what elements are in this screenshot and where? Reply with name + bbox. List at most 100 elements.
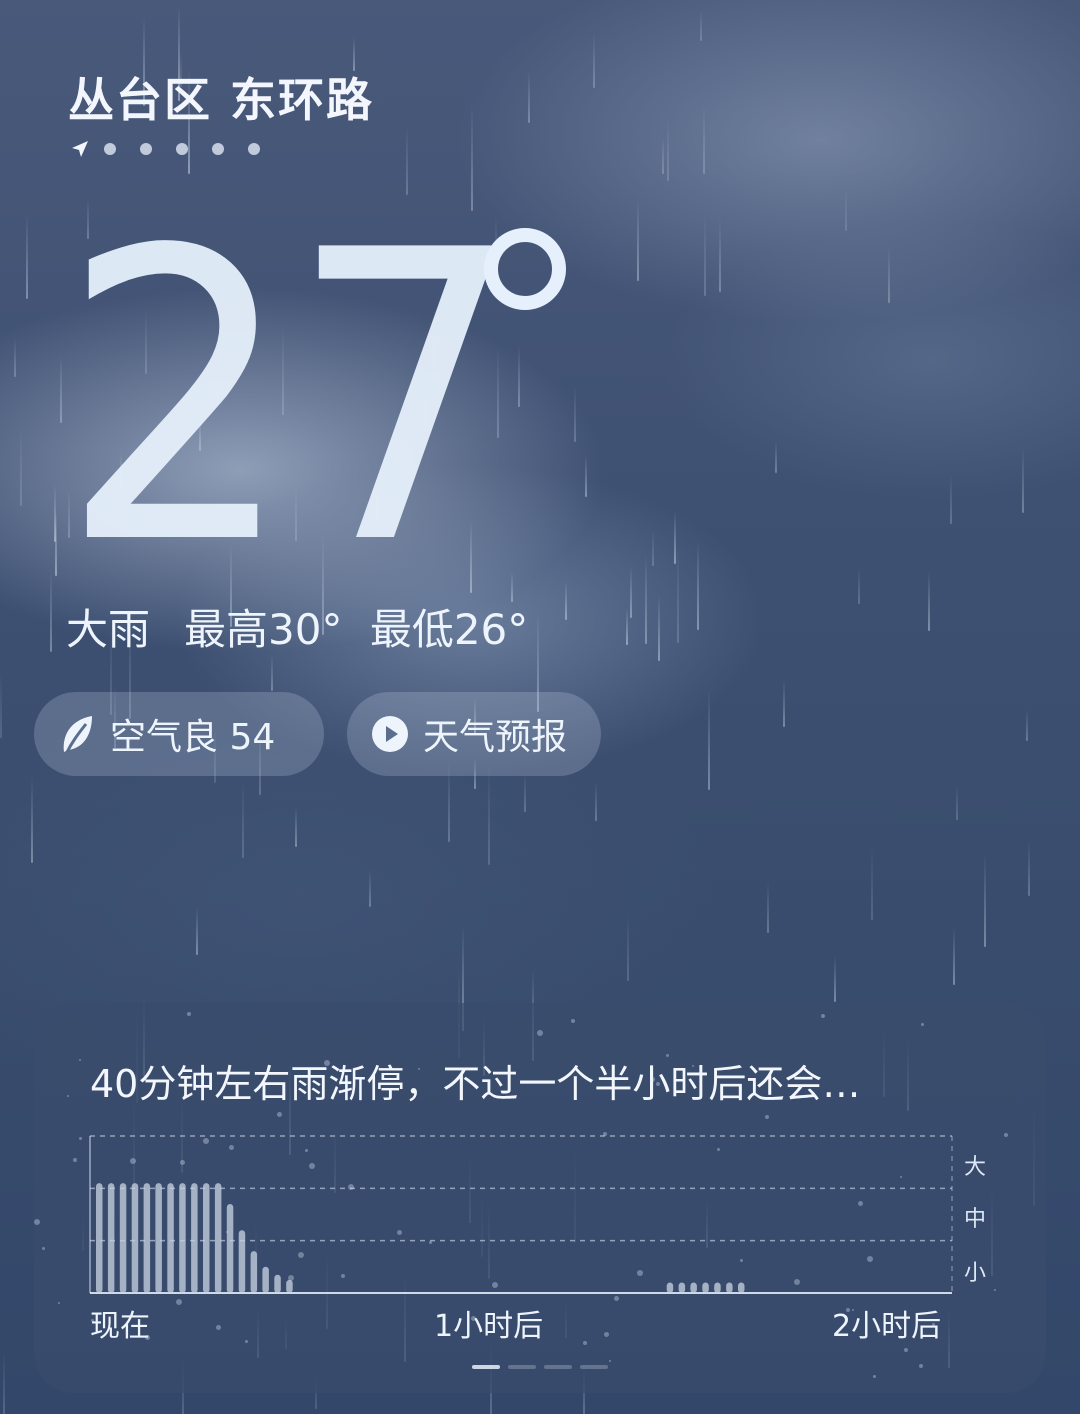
raindrop-splash <box>740 1259 743 1262</box>
intensity-label-light: 小 <box>964 1261 987 1286</box>
rain-streak <box>488 763 490 865</box>
raindrop-splash <box>904 1348 908 1352</box>
card-pager[interactable] <box>472 1365 608 1369</box>
leaf-icon <box>63 716 92 755</box>
raindrop-splash <box>79 1137 82 1140</box>
rain-streak <box>704 212 706 296</box>
raindrop-splash <box>91 1319 94 1322</box>
card-page-indicator[interactable] <box>544 1365 572 1369</box>
rain-streak <box>767 882 769 933</box>
pager-dot[interactable] <box>140 143 152 155</box>
air-quality-button[interactable]: 空气良 54 <box>34 692 324 776</box>
card-page-indicator[interactable] <box>508 1365 536 1369</box>
pager-dot[interactable] <box>104 143 116 155</box>
condition-row: 大雨 最高30° 最低26° <box>66 596 528 657</box>
rain-streak <box>565 581 567 620</box>
precipitation-bar <box>107 1183 115 1293</box>
card-page-indicator[interactable] <box>580 1365 608 1369</box>
rain-streak <box>295 807 297 847</box>
rain-streak <box>677 546 679 643</box>
raindrop-splash <box>305 1149 308 1152</box>
raindrop-splash <box>341 1274 345 1278</box>
raindrop-splash <box>67 1095 69 1097</box>
rain-streak <box>627 912 629 981</box>
raindrop-splash <box>203 1138 209 1144</box>
rain-streak <box>667 119 669 181</box>
temperature-range: 最高30° 最低26° <box>184 596 528 657</box>
rain-streak <box>858 568 860 604</box>
precipitation-bar <box>214 1183 222 1293</box>
raindrop-splash <box>245 1340 248 1343</box>
pager-dot[interactable] <box>176 143 188 155</box>
precipitation-bar <box>262 1266 269 1293</box>
precipitation-bar <box>155 1183 162 1293</box>
rain-streak <box>697 540 699 630</box>
raindrop-splash <box>73 1158 77 1162</box>
rain-streak <box>950 475 952 524</box>
air-quality-label: 空气良 54 <box>110 717 276 758</box>
rain-streak <box>242 780 244 858</box>
temperature-value: 27 <box>60 167 523 632</box>
precipitation-bar <box>96 1183 103 1293</box>
raindrop-splash <box>429 1241 432 1244</box>
raindrop-splash <box>852 1309 854 1311</box>
intensity-label-medium: 中 <box>964 1207 987 1232</box>
rain-streak <box>54 485 56 542</box>
raindrop-splash <box>603 1132 607 1136</box>
raindrop-splash <box>873 1375 876 1378</box>
rain-streak <box>50 568 52 652</box>
rain-streak <box>14 338 16 377</box>
card-page-indicator[interactable] <box>472 1365 500 1369</box>
rain-streak <box>26 213 28 299</box>
raindrop-splash <box>794 1279 800 1285</box>
precipitation-bar <box>191 1183 198 1293</box>
raindrop-splash <box>765 1115 769 1119</box>
location-pager[interactable] <box>70 138 284 160</box>
rain-streak <box>196 907 198 955</box>
degree-symbol <box>484 228 566 310</box>
rain-streak <box>953 927 955 985</box>
rain-streak <box>0 672 2 738</box>
rain-streak <box>585 455 587 497</box>
weather-forecast-button[interactable]: 天气预报 <box>347 692 601 776</box>
rain-streak <box>31 777 33 863</box>
rain-streak <box>662 137 664 174</box>
precipitation-bar <box>738 1282 745 1293</box>
rain-streak <box>652 530 654 566</box>
rain-streak <box>369 870 371 907</box>
rain-streak <box>928 571 930 631</box>
raindrop-splash <box>650 1077 655 1082</box>
pager-dot[interactable] <box>248 143 260 155</box>
precipitation-bar <box>274 1274 281 1293</box>
raindrop-splash <box>821 1014 825 1018</box>
precipitation-bar <box>726 1282 733 1293</box>
current-temperature: 27 <box>60 200 557 600</box>
raindrop-splash <box>288 1275 294 1281</box>
rain-streak <box>700 10 702 41</box>
rain-streak <box>658 595 660 661</box>
precipitation-bar <box>131 1183 139 1293</box>
rain-streak <box>888 246 890 303</box>
rain-streak <box>708 688 710 790</box>
raindrop-splash <box>309 1163 315 1169</box>
raindrop-splash <box>42 1247 45 1250</box>
raindrop-splash <box>919 1364 923 1368</box>
raindrop-splash <box>994 1289 996 1291</box>
raindrop-splash <box>583 1341 587 1345</box>
raindrop-splash <box>846 1308 850 1312</box>
raindrop-splash <box>492 1282 498 1288</box>
location-title[interactable]: 丛台区 东环路 <box>68 64 374 130</box>
precipitation-card[interactable]: 40分钟左右雨渐停，不过一个半小时后还会… 现在 1小时后 2小时后 大 中 小 <box>34 1003 1046 1393</box>
raindrop-splash <box>666 1054 669 1057</box>
rain-streak <box>20 427 22 506</box>
raindrop-splash <box>145 1335 150 1340</box>
rain-streak <box>595 782 597 821</box>
low-temperature: 最低26° <box>369 605 529 654</box>
precipitation-bar <box>238 1230 246 1293</box>
raindrop-splash <box>637 1270 643 1276</box>
raindrop-splash <box>656 1082 660 1086</box>
precipitation-bar <box>167 1183 174 1293</box>
pager-dot[interactable] <box>212 143 224 155</box>
raindrop-splash <box>176 1299 182 1305</box>
raindrop-splash <box>348 1184 354 1190</box>
